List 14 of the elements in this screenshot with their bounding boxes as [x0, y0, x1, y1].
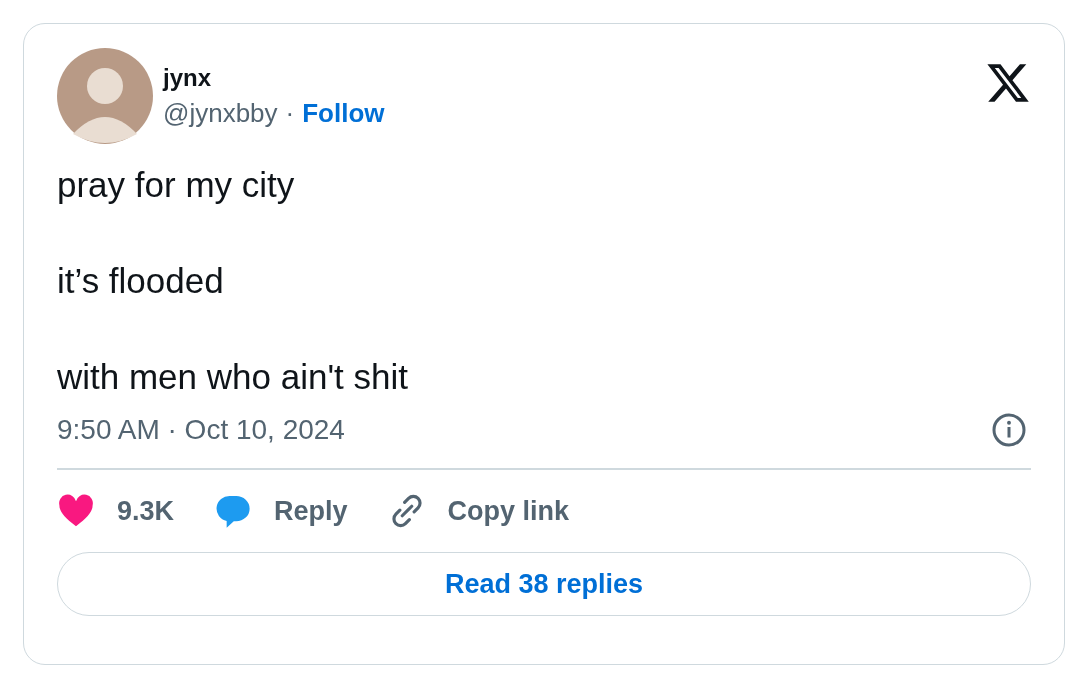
author-handle[interactable]: @jynxbby — [163, 97, 278, 129]
follow-link[interactable]: Follow — [302, 97, 385, 129]
timestamp[interactable]: 9:50 AM · Oct 10, 2024 — [57, 414, 345, 446]
tweet-text: with men who ain't shit — [57, 358, 408, 396]
tweet-text: it’s flooded — [57, 262, 224, 300]
avatar[interactable] — [57, 48, 153, 144]
like-action[interactable]: 9.3K — [57, 492, 175, 530]
author-name[interactable]: jynx — [163, 63, 212, 92]
tweet-text: pray for my city — [57, 166, 295, 204]
copy-action[interactable]: Copy link — [387, 492, 570, 530]
info-icon[interactable] — [991, 412, 1027, 448]
separator: · — [285, 97, 295, 129]
reply-action[interactable]: Reply — [214, 492, 348, 530]
read-replies-button[interactable]: Read 38 replies — [57, 552, 1031, 616]
